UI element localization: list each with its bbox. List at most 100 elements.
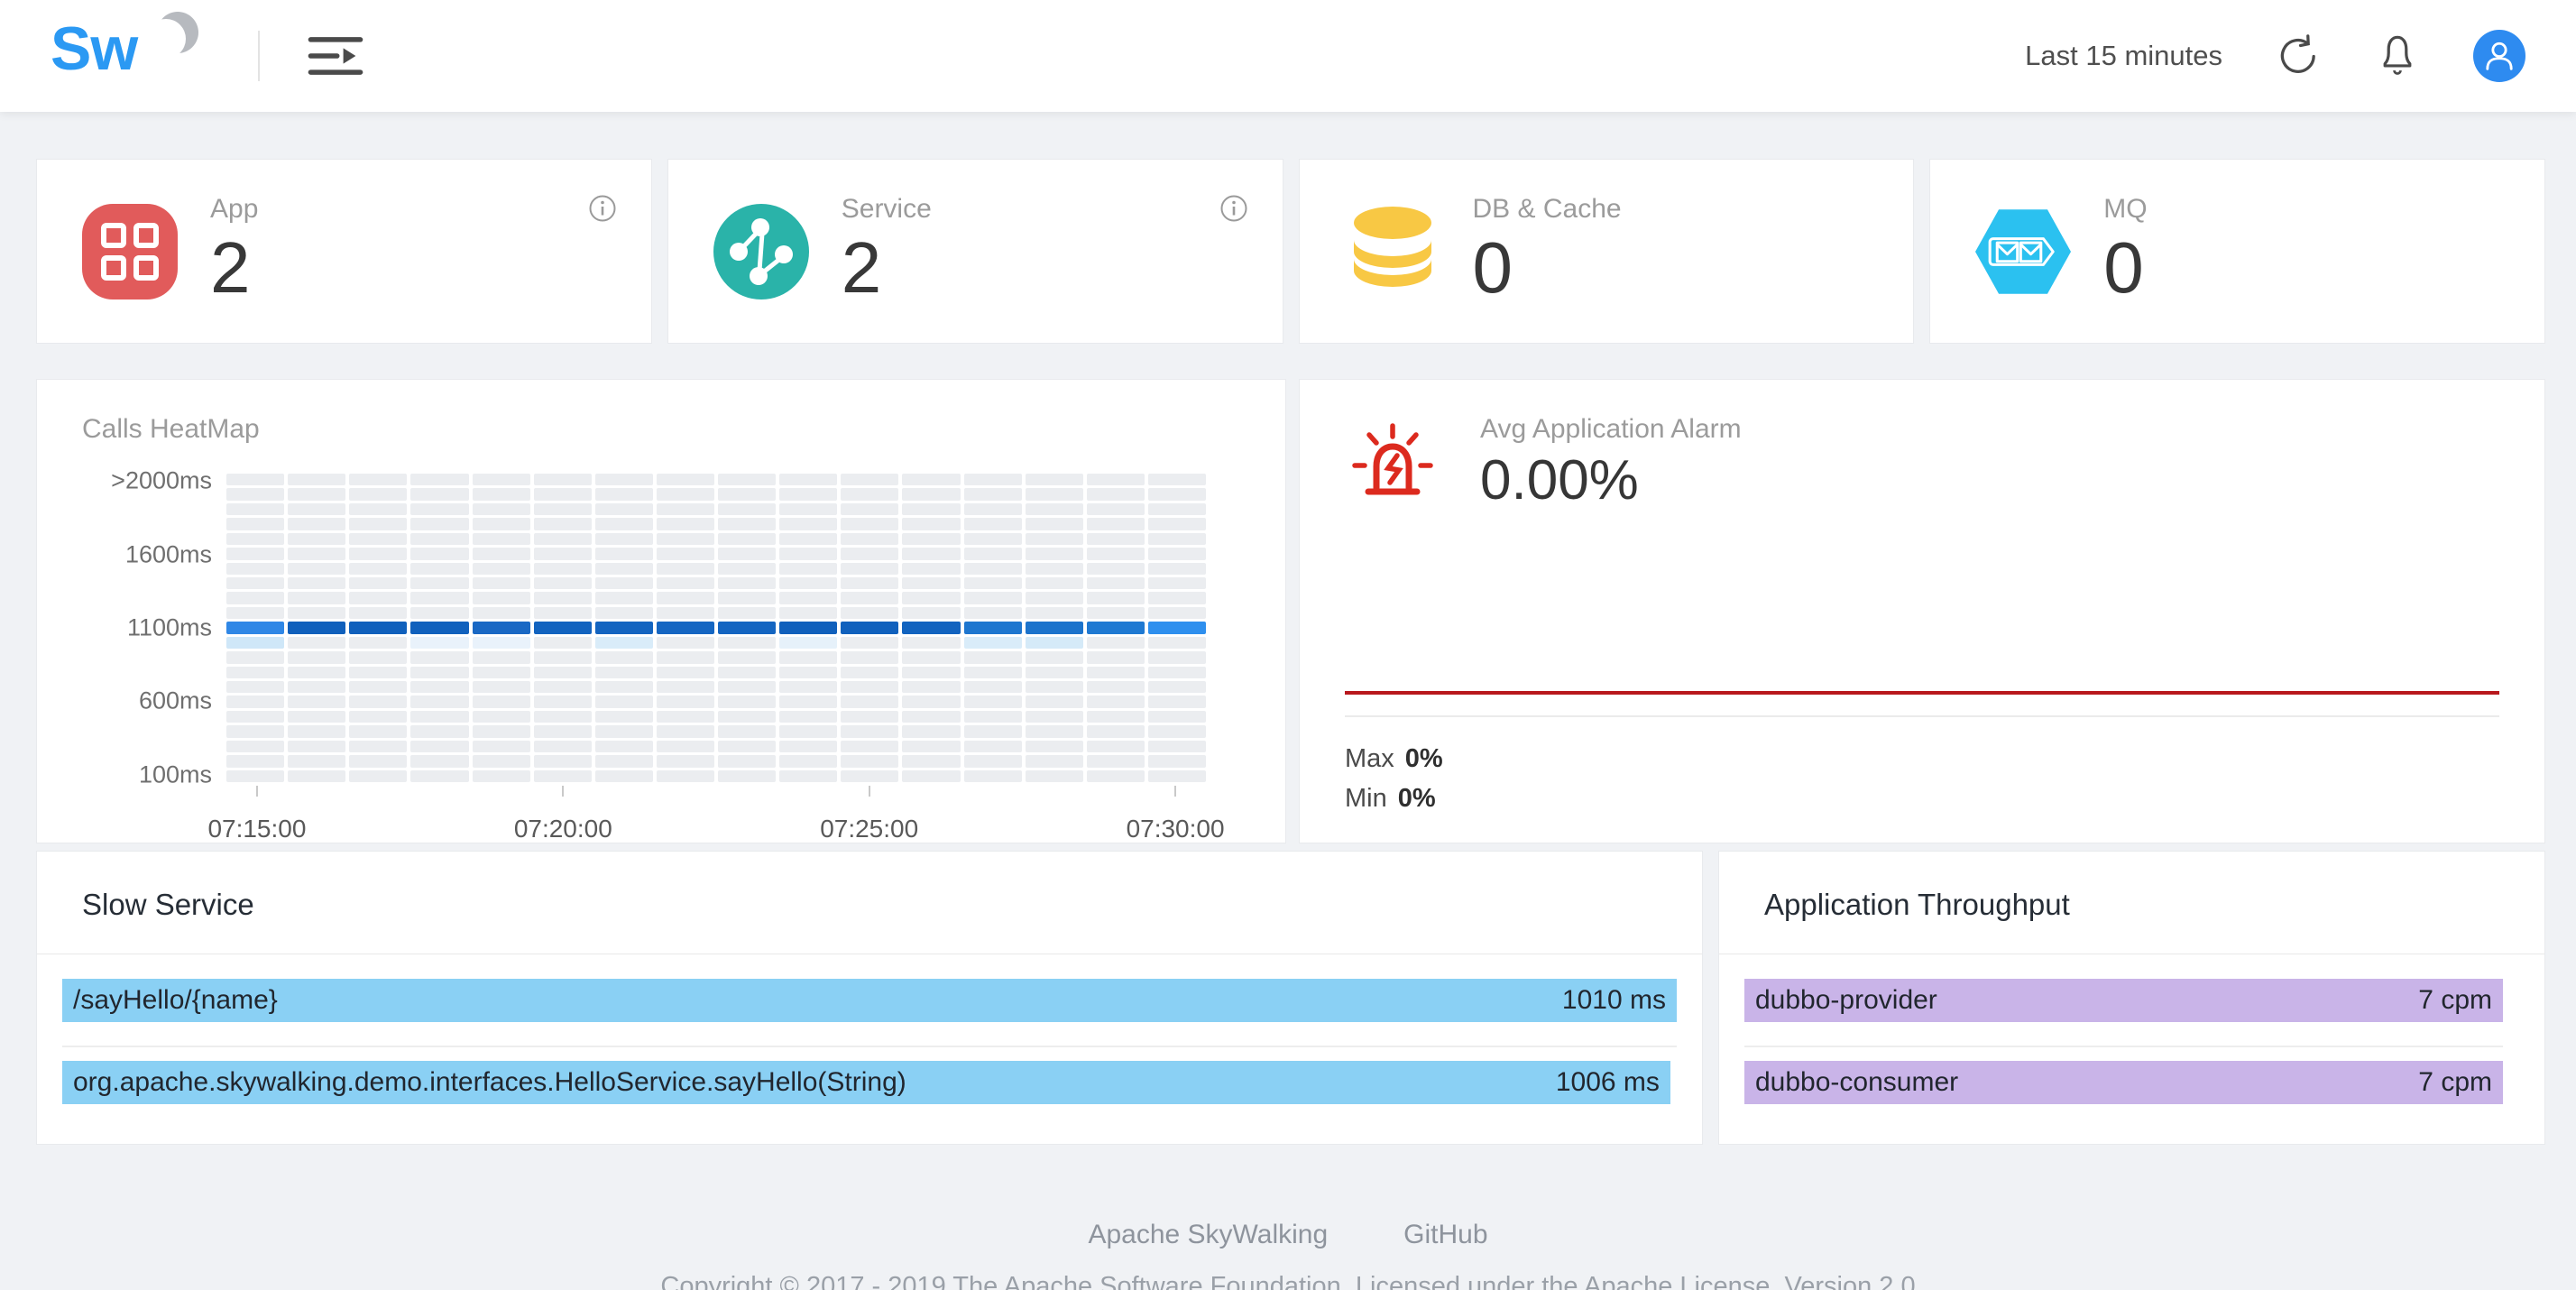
alarm-value: 0.00% — [1480, 448, 1639, 512]
heatmap-cell — [1148, 681, 1206, 693]
heatmap-cell — [657, 518, 714, 530]
heatmap-cell — [657, 503, 714, 515]
heatmap-cell — [1026, 696, 1083, 707]
time-range-selector[interactable]: Last 15 minutes — [2025, 40, 2222, 72]
heatmap-cell — [349, 681, 407, 693]
info-icon[interactable] — [1219, 194, 1248, 223]
heatmap-cell — [902, 696, 960, 707]
heatmap-cell — [902, 622, 960, 633]
heatmap-cell — [1148, 548, 1206, 559]
heatmap-cell — [288, 696, 345, 707]
alarm-siren-icon — [1349, 419, 1436, 506]
heatmap-cell — [410, 548, 468, 559]
heatmap-cell — [534, 503, 592, 515]
heatmap-cell — [841, 667, 898, 678]
app-grid-icon — [82, 204, 178, 299]
database-icon — [1345, 204, 1440, 299]
max-label: Max — [1345, 744, 1394, 773]
reload-icon[interactable] — [2275, 32, 2322, 79]
alarm-flat-line — [1345, 691, 2499, 695]
heatmap-cell — [349, 741, 407, 752]
heatmap-cell — [964, 503, 1022, 515]
heatmap-cell — [1026, 533, 1083, 545]
bell-icon[interactable] — [2374, 32, 2421, 79]
heatmap-cell — [473, 533, 530, 545]
heatmap-cell — [1087, 741, 1145, 752]
heatmap-cell — [1026, 518, 1083, 530]
application-throughput-panel: Application Throughput dubbo-provider 7 … — [1718, 851, 2545, 1145]
heatmap-cell — [534, 563, 592, 575]
heatmap-cell — [288, 533, 345, 545]
heatmap-x-tick-label: 07:30:00 — [1127, 815, 1225, 843]
heatmap-cell — [534, 592, 592, 604]
footer-link-github[interactable]: GitHub — [1403, 1220, 1487, 1250]
heatmap-cell — [349, 696, 407, 707]
stat-card-value: 0 — [1473, 226, 1622, 309]
heatmap-cell — [1026, 622, 1083, 633]
heatmap-cell — [473, 637, 530, 649]
stat-card-db-cache: DB & Cache 0 — [1299, 159, 1915, 344]
heatmap-cell — [718, 711, 776, 723]
heatmap-cell — [1026, 711, 1083, 723]
heatmap-cell — [964, 667, 1022, 678]
heatmap-cell — [964, 488, 1022, 500]
heatmap-cell — [410, 592, 468, 604]
heatmap-cell — [1026, 770, 1083, 782]
heatmap-cell — [226, 518, 284, 530]
menu-expand-icon[interactable] — [307, 27, 364, 85]
heatmap-cell — [779, 725, 837, 737]
heatmap-cell — [657, 755, 714, 767]
heatmap-cell — [595, 607, 653, 619]
heatmap-cell — [534, 681, 592, 693]
user-avatar[interactable] — [2473, 30, 2525, 82]
heatmap-cell — [1087, 563, 1145, 575]
heatmap-cell — [1026, 667, 1083, 678]
heatmap-cell — [964, 711, 1022, 723]
heatmap-cell — [1087, 488, 1145, 500]
heatmap-cell — [595, 696, 653, 707]
footer-copyright: Copyright © 2017 - 2019 The Apache Softw… — [0, 1272, 2576, 1290]
footer-link-apache-skywalking[interactable]: Apache SkyWalking — [1088, 1220, 1328, 1250]
heatmap-cell — [288, 607, 345, 619]
heatmap-cell — [473, 607, 530, 619]
heatmap-cell — [473, 725, 530, 737]
heatmap-cell — [964, 592, 1022, 604]
heatmap-cell — [534, 488, 592, 500]
heatmap-cell — [473, 755, 530, 767]
heatmap-cell — [595, 667, 653, 678]
header-divider — [258, 31, 260, 81]
heatmap-cell — [226, 711, 284, 723]
skywalking-logo[interactable]: Sw — [51, 6, 258, 106]
heatmap-cell — [841, 503, 898, 515]
alarm-axis-line — [1345, 715, 2499, 717]
heatmap-cell — [1148, 696, 1206, 707]
heatmap-cell — [595, 711, 653, 723]
heatmap-cell — [779, 503, 837, 515]
heatmap-cell — [841, 592, 898, 604]
divider — [1744, 1046, 2503, 1047]
info-icon[interactable] — [588, 194, 617, 223]
heatmap-cell — [1148, 651, 1206, 663]
heatmap-cell — [718, 503, 776, 515]
heatmap-cell — [841, 577, 898, 589]
heatmap-cell — [964, 696, 1022, 707]
heatmap-cell — [657, 667, 714, 678]
heatmap-cell — [841, 755, 898, 767]
heatmap-cell — [779, 533, 837, 545]
heatmap-cell — [964, 474, 1022, 485]
heatmap-cell — [1148, 518, 1206, 530]
heatmap-cell — [779, 622, 837, 633]
heatmap-cell — [657, 548, 714, 559]
heatmap-cell — [841, 681, 898, 693]
heatmap-cell — [410, 503, 468, 515]
heatmap-cell — [779, 518, 837, 530]
heatmap-cell — [779, 755, 837, 767]
heatmap-cell — [779, 681, 837, 693]
heatmap-cell — [1148, 725, 1206, 737]
heatmap-cell — [964, 755, 1022, 767]
heatmap-cell — [657, 577, 714, 589]
heatmap-cell — [534, 637, 592, 649]
heatmap-cell — [534, 607, 592, 619]
heatmap-title: Calls HeatMap — [82, 414, 260, 445]
heatmap-cell — [595, 681, 653, 693]
